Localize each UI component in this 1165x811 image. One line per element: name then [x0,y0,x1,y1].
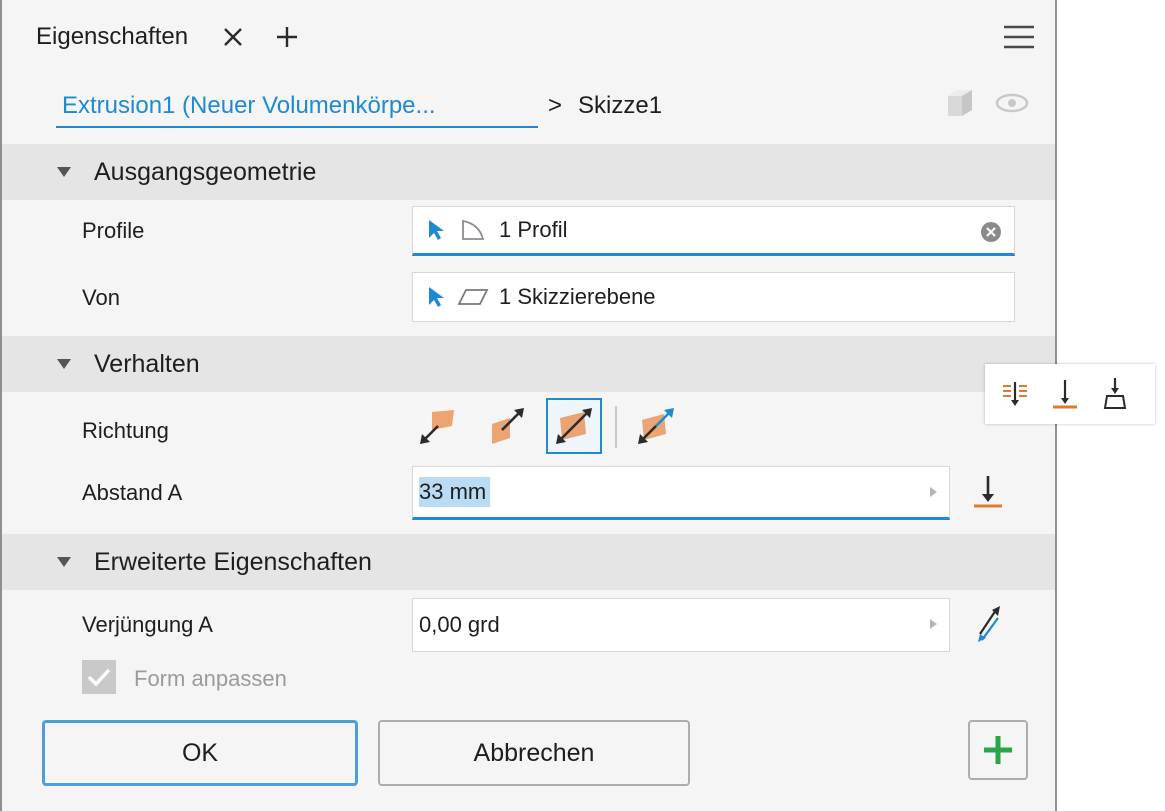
taper-label: Verjüngung A [82,612,213,637]
hamburger-menu-icon[interactable] [1002,22,1036,52]
breadcrumb-separator: > [548,92,563,119]
to-extent-icon[interactable] [1045,374,1085,414]
distance-input[interactable]: 33 mm [412,466,950,520]
from-label: Von [82,285,120,310]
match-shape-label: Form anpassen [134,666,287,691]
section-advanced[interactable]: Erweiterte Eigenschaften [2,534,1055,590]
divider [615,406,617,448]
tab-label: Eigenschaften [36,23,189,50]
section-input-geometry[interactable]: Ausgangsgeometrie [2,144,1055,200]
checkmark-icon [87,668,111,687]
section-title: Verhalten [94,349,200,378]
ok-button[interactable]: OK [42,720,358,786]
direction-symmetric-glyph [556,408,592,444]
collapse-triangle-icon [57,359,71,369]
direction-default-icon[interactable] [410,398,466,454]
select-pointer-icon [429,220,444,240]
breadcrumb-current: Skizze1 [578,92,663,119]
flip-taper-icon[interactable] [968,604,1008,644]
collapse-triangle-icon [57,557,71,567]
direction-label: Richtung [82,418,169,443]
profile-icon [462,219,485,240]
select-pointer-icon [429,287,444,307]
breadcrumb: Extrusion1 (Neuer Volumenkörpe... > Skiz… [56,74,1036,144]
tab-eigenschaften[interactable]: Eigenschaften [2,0,242,74]
distance-extent-icon[interactable] [968,472,1008,512]
cancel-button[interactable]: Abbrechen [378,720,690,786]
tab-bar: Eigenschaften [2,0,1055,74]
direction-asymmetric-icon[interactable] [628,398,684,454]
direction-symmetric-icon[interactable] [546,398,602,454]
taper-value: 0,00 grd [419,612,500,637]
eye-icon[interactable] [994,90,1030,116]
taper-input[interactable]: 0,00 grd [412,598,950,652]
expand-arrow-icon[interactable] [927,616,939,632]
distance-label: Abstand A [82,480,183,505]
breadcrumb-parent-link[interactable]: Extrusion1 (Neuer Volumenkörpe... [56,88,538,128]
from-selector[interactable]: 1 Skizzierebene [412,272,1015,322]
plus-icon [984,736,1012,764]
match-shape-checkbox[interactable] [82,660,116,694]
direction-flipped-glyph [492,408,524,444]
section-title: Ausgangsgeometrie [94,157,317,186]
section-title: Erweiterte Eigenschaften [94,547,372,576]
direction-flipped-icon[interactable] [478,398,534,454]
direction-asymmetric-glyph [638,408,674,444]
properties-panel: Eigenschaften Extrusion1 (Neuer Volumenk… [0,0,1057,811]
to-next-icon[interactable] [1095,374,1135,414]
add-button[interactable] [968,720,1028,780]
sketch-plane-icon [457,289,489,305]
profile-value: 1 Profil [499,217,568,242]
expand-arrow-icon[interactable] [927,484,939,500]
close-icon[interactable] [220,24,246,50]
distance-value: 33 mm [419,477,491,507]
profile-selector[interactable]: 1 Profil [412,206,1015,256]
section-behavior[interactable]: Verhalten [2,336,1055,392]
distance-extent-icon[interactable] [995,374,1035,414]
direction-default-glyph [420,410,454,444]
profile-label: Profile [82,218,145,243]
clear-icon[interactable] [980,221,1002,243]
extents-flyout [985,364,1155,424]
from-value: 1 Skizzierebene [499,284,656,309]
collapse-triangle-icon [57,167,71,177]
plus-icon[interactable] [274,24,300,50]
solid-body-icon[interactable] [942,86,976,120]
